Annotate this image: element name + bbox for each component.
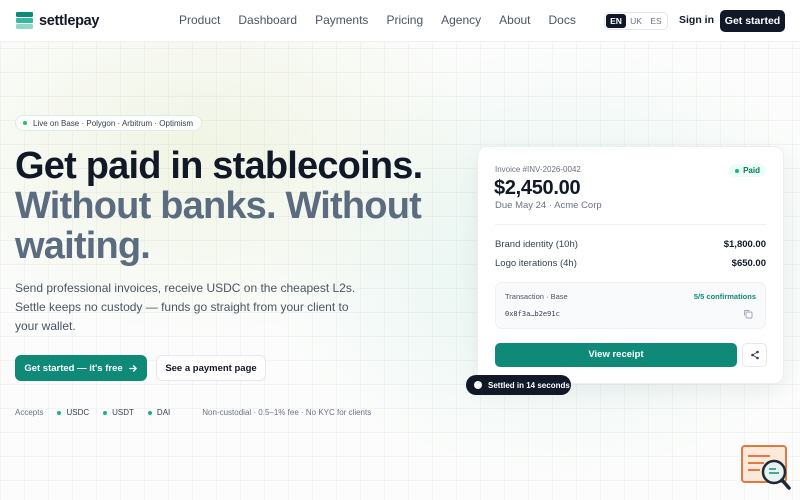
coin-usdc: USDC xyxy=(57,408,89,417)
coin-usdt: USDT xyxy=(103,408,134,417)
transaction-box: Transaction · Base 5/5 confirmations 0x8… xyxy=(495,282,766,329)
nav-agency[interactable]: Agency xyxy=(441,13,481,27)
get-started-button[interactable]: Get started xyxy=(720,10,785,32)
coin-dai: DAI xyxy=(147,408,171,417)
lang-en[interactable]: EN xyxy=(606,14,626,28)
live-dot-icon xyxy=(23,121,27,125)
line-item-desc: Brand identity (10h) xyxy=(495,239,578,250)
nav-docs[interactable]: Docs xyxy=(549,13,576,27)
invoice-number: Invoice #INV-2026-0042 xyxy=(495,165,581,174)
brand-name: settlepay xyxy=(39,12,100,29)
coin-dot-icon xyxy=(147,410,152,415)
language-switcher: EN UK ES xyxy=(604,12,668,30)
invoice-due: Due May 24 · Acme Corp xyxy=(495,200,602,211)
nav-payments[interactable]: Payments xyxy=(315,13,368,27)
nav-product[interactable]: Product xyxy=(179,13,220,27)
networks-badge: Live on Base · Polygon · Arbitrum · Opti… xyxy=(15,115,203,131)
share-button[interactable] xyxy=(742,343,767,367)
coin-dot-icon xyxy=(57,410,62,415)
view-receipt-button[interactable]: View receipt xyxy=(495,343,737,367)
networks-text: Live on Base · Polygon · Arbitrum · Opti… xyxy=(33,118,194,128)
lang-uk[interactable]: UK xyxy=(626,14,646,28)
transaction-label: Transaction · Base xyxy=(505,292,568,301)
confirmations: 5/5 confirmations xyxy=(693,292,756,301)
search-document-icon[interactable] xyxy=(740,444,792,492)
copy-icon[interactable] xyxy=(743,309,753,319)
hero-subtitle: Send professional invoices, receive USDC… xyxy=(15,281,356,333)
divider xyxy=(495,224,766,225)
nav-dashboard[interactable]: Dashboard xyxy=(238,13,297,27)
line-item: Brand identity (10h) $1,800.00 xyxy=(495,239,766,250)
status-dot-icon xyxy=(735,168,740,173)
status-badge: Paid xyxy=(729,164,766,177)
main-nav: Product Dashboard Payments Pricing Agenc… xyxy=(179,13,576,27)
transaction-hash: 0x8f3a…b2e91c xyxy=(505,310,560,318)
fee-note: Non-custodial · 0.5–1% fee · No KYC for … xyxy=(202,408,372,417)
status-text: Paid xyxy=(743,166,760,175)
hero-title-line2: Without banks. Without waiting. xyxy=(15,185,422,267)
arrow-right-icon xyxy=(128,364,137,372)
coin-label: USDC xyxy=(66,408,90,417)
invoice-card: Invoice #INV-2026-0042 Paid $2,450.00 Du… xyxy=(477,146,784,384)
coin-dot-icon xyxy=(103,410,108,415)
line-item-desc: Logo iterations (4h) xyxy=(495,258,577,269)
nav-pricing[interactable]: Pricing xyxy=(386,13,423,27)
see-payment-page-button[interactable]: See a payment page xyxy=(156,355,266,381)
toast-text: Settled in 14 seconds xyxy=(488,380,570,390)
brand-logo[interactable]: settlepay xyxy=(16,12,99,29)
hero-get-started-button[interactable]: Get started — it's free xyxy=(15,355,147,381)
accepts-label: Accepts xyxy=(15,408,44,417)
line-item: Logo iterations (4h) $650.00 xyxy=(495,258,766,269)
lang-es[interactable]: ES xyxy=(646,14,666,28)
coin-label: USDT xyxy=(112,408,134,417)
coin-label: DAI xyxy=(156,408,171,417)
top-navbar: settlepay Product Dashboard Payments Pri… xyxy=(0,0,800,42)
hero-get-started-label: Get started — it's free xyxy=(24,362,123,374)
toast-dot-icon xyxy=(474,381,482,389)
accepted-coins-row: Accepts USDC USDT DAI Non-custodial · 0.… xyxy=(15,408,371,417)
settled-toast: Settled in 14 seconds xyxy=(466,375,571,395)
invoice-amount: $2,450.00 xyxy=(494,177,581,199)
share-icon xyxy=(750,350,759,360)
line-item-amount: $650.00 xyxy=(731,258,766,269)
hero-title: Get paid in stablecoins. Without banks. … xyxy=(15,146,455,266)
line-item-amount: $1,800.00 xyxy=(723,239,766,250)
hero-title-line1: Get paid in stablecoins. xyxy=(15,145,423,187)
sign-in-link[interactable]: Sign in xyxy=(679,14,714,26)
logo-mark-icon xyxy=(16,12,33,29)
nav-about[interactable]: About xyxy=(499,13,530,27)
